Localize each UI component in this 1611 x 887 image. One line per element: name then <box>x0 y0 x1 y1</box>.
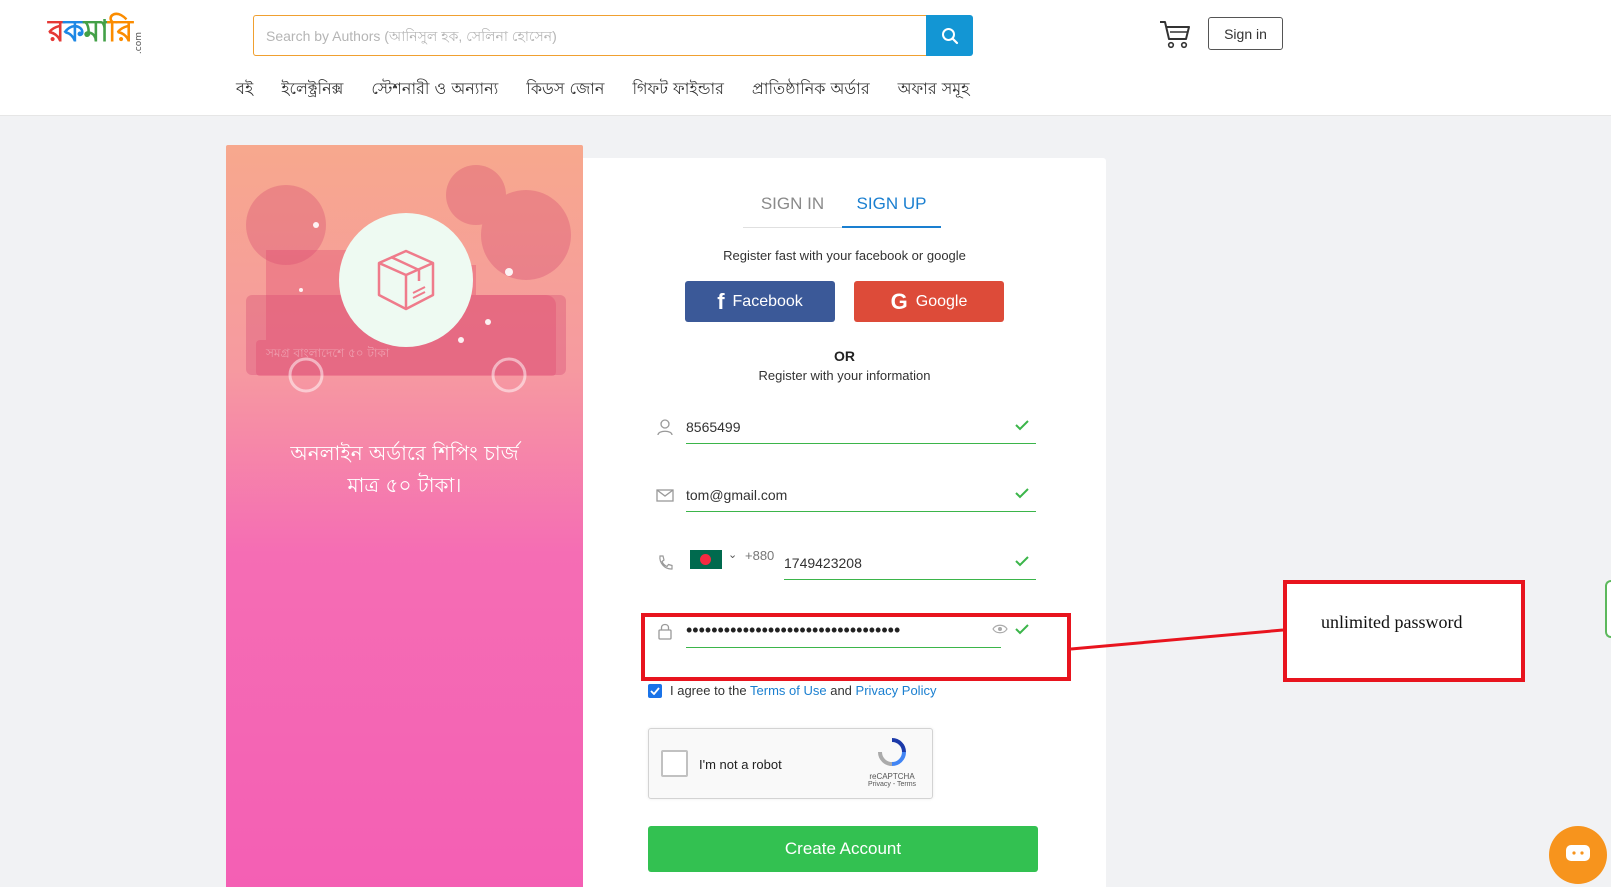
feedback-side-tab[interactable] <box>1605 580 1611 638</box>
annotation-text: unlimited password <box>1321 612 1463 632</box>
chat-bubble-icon <box>1566 845 1590 861</box>
chat-button[interactable] <box>1549 826 1607 884</box>
annotation-callout: unlimited password <box>1283 580 1525 682</box>
annotation-connector-line <box>1070 628 1284 651</box>
